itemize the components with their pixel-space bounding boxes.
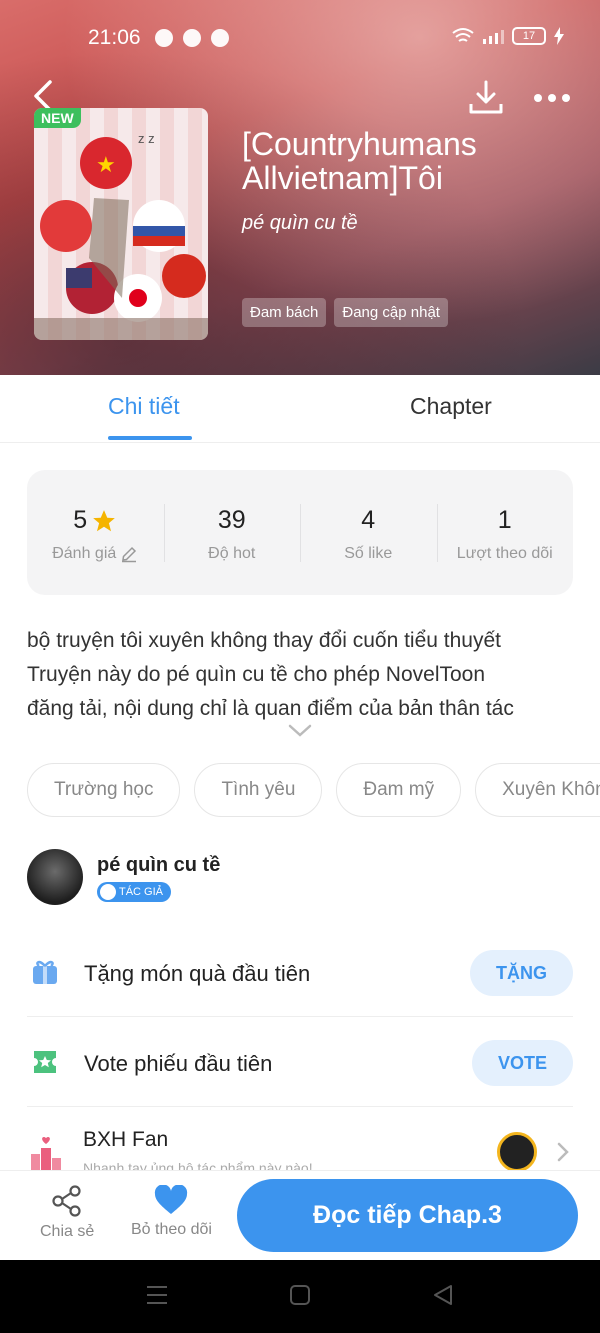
tab-details[interactable]: Chi tiết: [108, 393, 180, 420]
vote-row: Vote phiếu đầu tiên VOTE: [27, 1017, 573, 1107]
new-badge: NEW: [34, 108, 81, 128]
stat-followers-value: 1: [497, 506, 512, 534]
stat-likes-label: Số like: [344, 545, 393, 562]
svg-text:z z: z z: [138, 131, 155, 146]
vote-label: Vote phiếu đầu tiên: [84, 1051, 273, 1076]
tab-chapter[interactable]: Chapter: [410, 393, 492, 420]
svg-text:★: ★: [96, 152, 116, 177]
bottom-action-bar: Chia sẻ Bỏ theo dõi Đọc tiếp Chap.3: [0, 1170, 600, 1260]
download-icon[interactable]: [466, 78, 506, 118]
home-icon[interactable]: [289, 1284, 311, 1306]
gift-icon: [33, 960, 57, 984]
stat-hot: 39 Độ hot: [163, 470, 301, 595]
tab-bar: Chi tiết Chapter: [0, 375, 600, 443]
menu-icon[interactable]: [146, 1284, 168, 1306]
share-label: Chia sẻ: [40, 1223, 95, 1240]
charging-icon: [554, 27, 564, 45]
signal-icon: [483, 30, 504, 44]
stat-hot-value: 39: [217, 506, 246, 534]
share-icon: [52, 1185, 81, 1217]
edit-icon[interactable]: [120, 545, 138, 563]
genre-chip[interactable]: Tình yêu: [194, 763, 323, 817]
description-line: đăng tải, nội dung chỉ là quan điểm của …: [27, 697, 514, 720]
stat-rating[interactable]: 5 Đánh giá: [27, 470, 164, 595]
stats-panel: 5 Đánh giá 39 Độ hot 4 Số like 1 Lượt th…: [27, 470, 573, 595]
stat-followers: 1 Lượt theo dõi: [436, 470, 574, 595]
genre-chip[interactable]: Trường học: [27, 763, 181, 817]
book-header: 21:06 17 ★ z z NEW [Countryhumans Allvie…: [0, 0, 600, 375]
fan-avatar: [497, 1132, 537, 1170]
stat-hot-label: Độ hot: [208, 545, 256, 562]
more-icon[interactable]: [530, 84, 574, 112]
battery-indicator: 17: [512, 27, 546, 45]
star-icon: [93, 509, 116, 531]
description-line: Truyện này do pé quìn cu tề cho phép Nov…: [27, 663, 486, 686]
book-description[interactable]: bộ truyện tôi xuyên không thay đổi cuốn …: [27, 624, 577, 726]
stat-followers-label: Lượt theo dõi: [456, 545, 553, 562]
genre-list: Trường học Tình yêu Đam mỹ Xuyên Không: [27, 763, 600, 817]
notification-icon: [183, 29, 201, 47]
tab-indicator: [108, 436, 192, 440]
gift-row: Tặng món quà đầu tiên TẶNG: [27, 927, 573, 1017]
author-avatar[interactable]: [27, 849, 83, 905]
fan-ranking-icon: [31, 1136, 61, 1170]
author-row[interactable]: pé quìn cu tề TÁC GIẢ: [27, 849, 573, 909]
share-button[interactable]: Chia sẻ: [40, 1185, 94, 1241]
gift-button[interactable]: TẶNG: [470, 950, 573, 996]
notification-icon: [155, 29, 173, 47]
book-title: [Countryhumans Allvietnam]Tôi: [242, 126, 477, 196]
notification-icons: [155, 29, 229, 47]
tag-genre[interactable]: Đam bách: [242, 298, 327, 327]
author-name: pé quìn cu tề: [97, 854, 221, 876]
author-badge-icon: [100, 884, 116, 900]
status-right: 17: [452, 27, 564, 45]
stat-likes-value: 4: [361, 506, 376, 534]
chevron-down-icon[interactable]: [288, 724, 312, 738]
stat-rating-label-wrap: Đánh giá: [27, 545, 164, 563]
gift-label: Tặng món quà đầu tiên: [84, 961, 311, 986]
system-navigation-bar: [0, 1260, 600, 1333]
fan-ranking-subtitle: Nhanh tay ủng hộ tác phẩm này nào!: [83, 1160, 313, 1170]
genre-chip[interactable]: Xuyên Không: [475, 763, 600, 817]
stat-likes: 4 Số like: [300, 470, 437, 595]
cover-illustration: ★ z z: [34, 131, 208, 340]
description-line: bộ truyện tôi xuyên không thay đổi cuốn …: [27, 629, 501, 652]
book-tags: Đam bách Đang cập nhật: [242, 298, 448, 327]
continue-reading-button[interactable]: Đọc tiếp Chap.3: [237, 1179, 578, 1252]
vote-button[interactable]: VOTE: [471, 1040, 573, 1086]
stat-rating-value-wrap: 5: [27, 506, 164, 535]
chevron-right-icon: [557, 1142, 569, 1162]
fan-ranking-row[interactable]: BXH Fan Nhanh tay ủng hộ tác phẩm này nà…: [27, 1108, 573, 1170]
back-nav-icon[interactable]: [432, 1284, 454, 1306]
genre-chip[interactable]: Đam mỹ: [336, 763, 462, 817]
status-bar: 21:06 17: [0, 22, 600, 52]
book-cover-image[interactable]: ★ z z: [34, 108, 208, 340]
stat-rating-value: 5: [73, 506, 88, 534]
book-author[interactable]: pé quìn cu tề: [242, 212, 358, 235]
wifi-icon: [452, 28, 474, 42]
unfollow-label: Bỏ theo dõi: [131, 1221, 212, 1238]
heart-icon: [155, 1185, 188, 1214]
author-badge-label: TÁC GIẢ: [119, 886, 164, 898]
tag-status: Đang cập nhật: [334, 298, 448, 327]
fan-ranking-label: BXH Fan: [83, 1128, 169, 1151]
notification-icon: [211, 29, 229, 47]
author-role-badge: TÁC GIẢ: [97, 882, 172, 902]
stat-rating-label: Đánh giá: [52, 545, 117, 562]
status-time: 21:06: [88, 26, 141, 49]
vote-ticket-icon: [34, 1051, 56, 1073]
unfollow-button[interactable]: Bỏ theo dõi: [131, 1185, 212, 1239]
